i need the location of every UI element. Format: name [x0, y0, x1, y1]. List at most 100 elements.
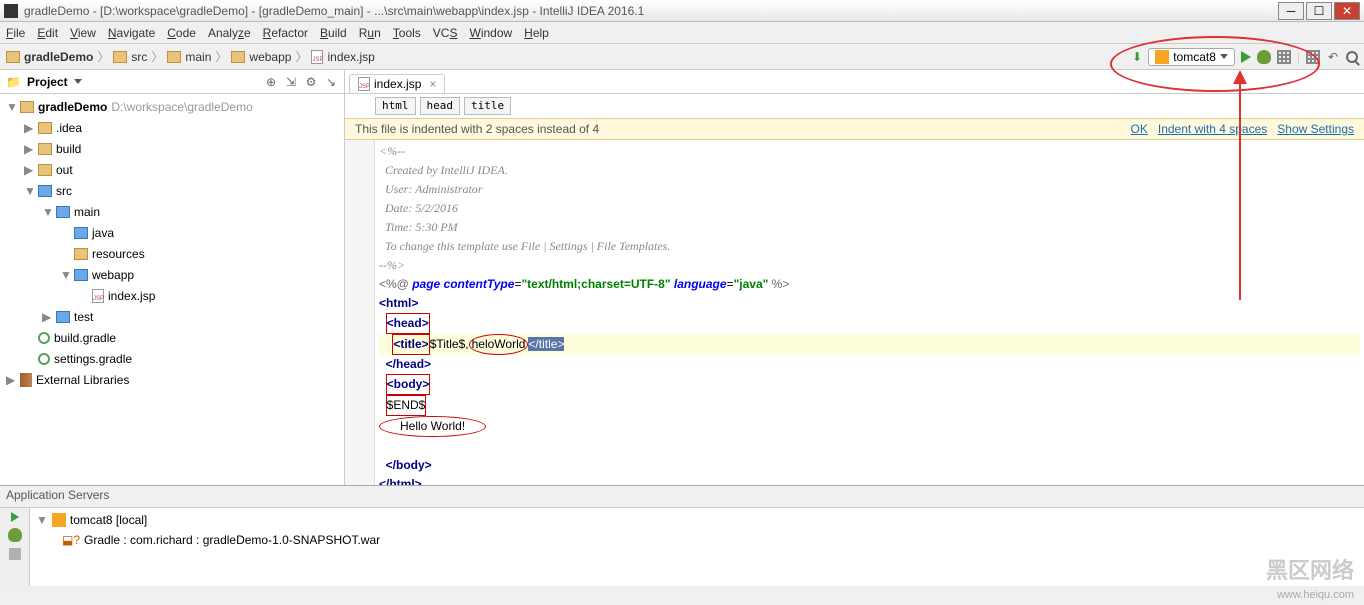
debug-server-icon[interactable] — [8, 528, 22, 542]
tree-label: webapp — [92, 268, 134, 282]
tree-item[interactable]: ▶.idea — [0, 117, 344, 138]
breadcrumb-file[interactable]: index.jsp — [311, 50, 374, 64]
debug-button[interactable] — [1257, 50, 1271, 64]
menu-analyze[interactable]: Analyze — [208, 26, 251, 40]
run-server-icon[interactable] — [11, 512, 19, 522]
make-icon[interactable]: ⬇ — [1132, 50, 1142, 64]
indent-msg: This file is indented with 2 spaces inst… — [355, 122, 599, 136]
gear-icon[interactable]: ⚙ — [304, 75, 318, 89]
tree-label: java — [92, 226, 114, 240]
structure-icon[interactable] — [1306, 50, 1320, 64]
crumb-title[interactable]: title — [464, 97, 511, 115]
folder-icon — [6, 51, 20, 63]
menu-window[interactable]: Window — [469, 26, 512, 40]
tree-label: build — [56, 142, 81, 156]
crumb-head[interactable]: head — [420, 97, 461, 115]
watermark: 黑区网络 — [1266, 553, 1354, 585]
code-editor[interactable]: <%-- Created by IntelliJ IDEA. User: Adm… — [345, 140, 1364, 485]
menu-file[interactable]: File — [6, 26, 25, 40]
breadcrumb-webapp[interactable]: webapp — [231, 50, 291, 64]
source-folder-icon — [74, 269, 88, 281]
folder-icon — [38, 122, 52, 134]
tree-label: resources — [92, 247, 145, 261]
structure-crumbs: html head title — [345, 94, 1364, 118]
menu-refactor[interactable]: Refactor — [263, 26, 308, 40]
tab-index-jsp[interactable]: index.jsp × — [349, 74, 445, 93]
app-servers-tree[interactable]: ▼ tomcat8 [local] ⬓? Gradle : com.richar… — [30, 508, 1364, 586]
title-bar: gradleDemo - [D:\workspace\gradleDemo] -… — [0, 0, 1364, 22]
menu-build[interactable]: Build — [320, 26, 347, 40]
server-node[interactable]: ▼ tomcat8 [local] — [32, 510, 1362, 530]
tree-item[interactable]: settings.gradle — [0, 348, 344, 369]
folder-icon — [74, 248, 88, 260]
indent-ok[interactable]: OK — [1131, 122, 1148, 136]
menu-edit[interactable]: Edit — [37, 26, 58, 40]
editor-panel: index.jsp × html head title This file is… — [345, 70, 1364, 485]
close-button[interactable]: ✕ — [1334, 2, 1360, 20]
run-config-selector[interactable]: tomcat8 — [1148, 48, 1235, 66]
run-button[interactable] — [1241, 51, 1251, 63]
back-icon[interactable]: ↶ — [1326, 50, 1340, 64]
library-icon — [20, 373, 32, 387]
project-tree[interactable]: ▼gradleDemo D:\workspace\gradleDemo▶.ide… — [0, 94, 344, 485]
breadcrumb-src[interactable]: src — [113, 50, 147, 64]
app-icon — [4, 4, 18, 18]
tree-label: build.gradle — [54, 331, 116, 345]
jsp-icon — [358, 77, 370, 91]
tomcat-icon — [52, 513, 66, 527]
tree-item[interactable]: ▶External Libraries — [0, 369, 344, 390]
maximize-button[interactable]: ☐ — [1306, 2, 1332, 20]
tree-item[interactable]: ▼webapp — [0, 264, 344, 285]
tree-item[interactable]: java — [0, 222, 344, 243]
indent-warning: This file is indented with 2 spaces inst… — [345, 118, 1364, 140]
source-folder-icon — [74, 227, 88, 239]
indent-show-settings[interactable]: Show Settings — [1277, 122, 1354, 136]
chevron-down-icon[interactable] — [74, 79, 82, 84]
tree-item[interactable]: ▼main — [0, 201, 344, 222]
minimize-button[interactable]: ─ — [1278, 2, 1304, 20]
collapse-icon[interactable]: ⇲ — [284, 75, 298, 89]
source-folder-icon — [56, 206, 70, 218]
hide-icon[interactable]: ↘ — [324, 75, 338, 89]
menu-help[interactable]: Help — [524, 26, 549, 40]
tree-item[interactable]: build.gradle — [0, 327, 344, 348]
folder-icon — [20, 101, 34, 113]
coverage-button[interactable] — [1277, 50, 1291, 64]
tree-label: .idea — [56, 121, 82, 135]
tree-label: test — [74, 310, 93, 324]
menu-vcs[interactable]: VCS — [433, 26, 458, 40]
tab-label: index.jsp — [374, 77, 421, 91]
tree-item[interactable]: ▶build — [0, 138, 344, 159]
menu-code[interactable]: Code — [167, 26, 196, 40]
artifact-label: Gradle : com.richard : gradleDemo-1.0-SN… — [84, 533, 380, 547]
project-title[interactable]: Project — [27, 75, 68, 89]
close-icon[interactable]: × — [429, 77, 436, 91]
menu-run[interactable]: Run — [359, 26, 381, 40]
menu-tools[interactable]: Tools — [393, 26, 421, 40]
tree-item[interactable]: ▶test — [0, 306, 344, 327]
tree-item[interactable]: ▼gradleDemo D:\workspace\gradleDemo — [0, 96, 344, 117]
app-servers-title[interactable]: Application Servers — [0, 486, 1364, 508]
scroll-from-icon[interactable]: ⊕ — [264, 75, 278, 89]
stop-server-icon[interactable] — [9, 548, 21, 560]
tree-item[interactable]: ▼src — [0, 180, 344, 201]
crumb-html[interactable]: html — [375, 97, 416, 115]
artifact-icon: ⬓? — [62, 533, 80, 547]
jsp-icon — [311, 50, 323, 64]
menu-view[interactable]: View — [70, 26, 96, 40]
tree-label: External Libraries — [36, 373, 129, 387]
breadcrumb-main[interactable]: main — [167, 50, 211, 64]
tree-item[interactable]: ▶out — [0, 159, 344, 180]
app-servers-toolbar — [0, 508, 30, 586]
breadcrumb-root[interactable]: gradleDemo — [6, 50, 93, 64]
menu-navigate[interactable]: Navigate — [108, 26, 155, 40]
menu-bar: File Edit View Navigate Code Analyze Ref… — [0, 22, 1364, 44]
search-icon[interactable] — [1346, 51, 1358, 63]
app-servers-panel: Application Servers ▼ tomcat8 [local] ⬓?… — [0, 485, 1364, 585]
artifact-node[interactable]: ⬓? Gradle : com.richard : gradleDemo-1.0… — [32, 530, 1362, 550]
tree-item[interactable]: index.jsp — [0, 285, 344, 306]
tree-label: src — [56, 184, 72, 198]
tree-item[interactable]: resources — [0, 243, 344, 264]
indent-4spaces[interactable]: Indent with 4 spaces — [1158, 122, 1267, 136]
tree-label: settings.gradle — [54, 352, 132, 366]
